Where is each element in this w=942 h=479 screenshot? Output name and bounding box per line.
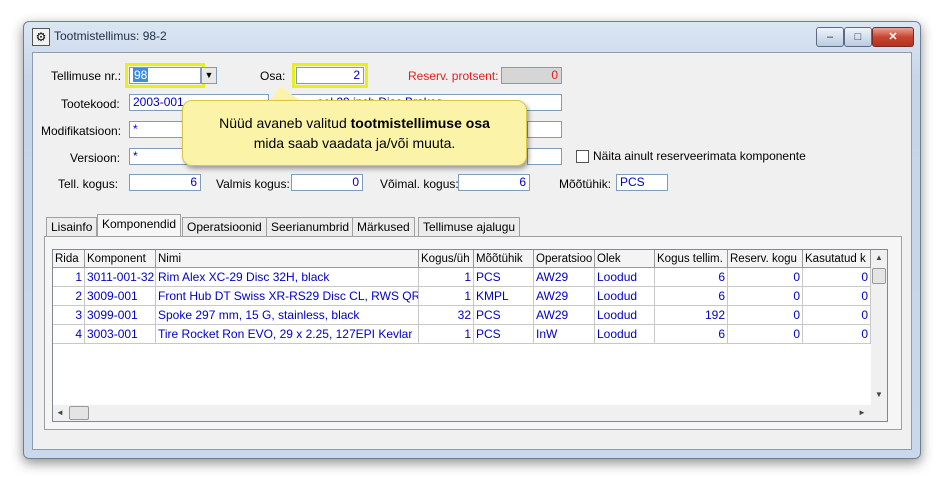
order-number-field[interactable]: 98 bbox=[125, 63, 205, 88]
cell-kogus[interactable]: 1 bbox=[419, 287, 474, 306]
cell-nimi[interactable]: Front Hub DT Swiss XR-RS29 Disc CL, RWS … bbox=[156, 287, 419, 306]
part-number-field[interactable]: 2 bbox=[292, 63, 368, 88]
vertical-scroll-thumb[interactable] bbox=[872, 268, 886, 284]
horizontal-scroll-thumb[interactable] bbox=[69, 406, 89, 420]
cell-operatsioon[interactable]: AW29 bbox=[534, 287, 595, 306]
cell-olek[interactable]: Loodud bbox=[595, 287, 655, 306]
version-name-field[interactable] bbox=[527, 148, 562, 165]
cell-rida[interactable]: 1 bbox=[53, 268, 85, 287]
title-bar[interactable]: ⚙ Tootmistellimus: 98-2 – □ ✕ bbox=[24, 22, 920, 52]
cell-kasutatud[interactable]: 0 bbox=[803, 325, 871, 344]
tooltip-callout: Nüüd avaneb valitud tootmistellimuse osa… bbox=[182, 100, 527, 166]
cell-komponent[interactable]: 3003-001 bbox=[85, 325, 156, 344]
cell-kogus-tellim[interactable]: 6 bbox=[655, 325, 728, 344]
callout-text-bold: tootmistellimuse osa bbox=[350, 115, 490, 131]
cell-reserv-kogus[interactable]: 0 bbox=[728, 287, 803, 306]
order-number-label: Tellimuse nr.: bbox=[51, 69, 122, 83]
cell-rida[interactable]: 3 bbox=[53, 306, 85, 325]
components-grid: Rida Komponent Nimi Kogus/üh Mõõtühik Op… bbox=[52, 249, 888, 422]
only-unreserved-label: Näita ainult reserveerimata komponente bbox=[593, 149, 806, 163]
cell-kogus[interactable]: 1 bbox=[419, 268, 474, 287]
modification-field[interactable]: * bbox=[129, 121, 189, 138]
col-header-nimi[interactable]: Nimi bbox=[156, 250, 419, 268]
unit-label: Mõõtühik: bbox=[559, 177, 612, 191]
tab-komponendid[interactable]: Komponendid bbox=[97, 214, 182, 237]
cell-kogus-tellim[interactable]: 6 bbox=[655, 268, 728, 287]
cell-reserv-kogus[interactable]: 0 bbox=[728, 268, 803, 287]
cell-komponent[interactable]: 3011-001-32I bbox=[85, 268, 156, 287]
possible-qty-field[interactable]: 6 bbox=[458, 174, 530, 191]
cell-olek[interactable]: Loodud bbox=[595, 325, 655, 344]
col-header-operatsioon[interactable]: Operatsioo bbox=[534, 250, 595, 268]
cell-operatsioon[interactable]: InW bbox=[534, 325, 595, 344]
cell-mootuhik[interactable]: PCS bbox=[474, 306, 534, 325]
cell-olek[interactable]: Loodud bbox=[595, 306, 655, 325]
cell-rida[interactable]: 4 bbox=[53, 325, 85, 344]
reserve-percent-field[interactable]: 0 bbox=[501, 67, 562, 84]
cell-kasutatud[interactable]: 0 bbox=[803, 268, 871, 287]
order-number-value: 98 bbox=[133, 68, 149, 82]
cell-mootuhik[interactable]: PCS bbox=[474, 325, 534, 344]
callout-text-1: Nüüd avaneb valitud bbox=[219, 115, 351, 131]
cell-rida[interactable]: 2 bbox=[53, 287, 85, 306]
cell-reserv-kogus[interactable]: 0 bbox=[728, 306, 803, 325]
col-header-kasutatud[interactable]: Kasutatud k bbox=[803, 250, 871, 268]
unit-field[interactable]: PCS bbox=[616, 174, 668, 191]
col-header-komponent[interactable]: Komponent bbox=[85, 250, 156, 268]
col-header-rida[interactable]: Rida bbox=[53, 250, 85, 268]
cell-kogus[interactable]: 32 bbox=[419, 306, 474, 325]
version-field[interactable]: * bbox=[129, 148, 189, 165]
cell-reserv-kogus[interactable]: 0 bbox=[728, 325, 803, 344]
tab-lisainfo[interactable]: Lisainfo bbox=[46, 217, 98, 236]
scroll-up-icon[interactable]: ▲ bbox=[871, 250, 887, 266]
col-header-reserv-kogus[interactable]: Reserv. kogu bbox=[728, 250, 803, 268]
tab-markused[interactable]: Märkused bbox=[352, 217, 415, 236]
callout-text-2: mida saab vaadata ja/või muuta. bbox=[253, 135, 456, 151]
version-label: Versioon: bbox=[70, 151, 121, 165]
scroll-left-icon[interactable]: ◄ bbox=[53, 405, 67, 421]
scroll-right-icon[interactable]: ► bbox=[855, 405, 869, 421]
product-code-label: Tootekood: bbox=[61, 97, 120, 111]
tab-tellimuse-ajalugu[interactable]: Tellimuse ajalugu bbox=[418, 217, 521, 236]
col-header-kogus[interactable]: Kogus/üh bbox=[419, 250, 474, 268]
order-number-dropdown-icon[interactable]: ▼ bbox=[201, 67, 217, 84]
modification-name-field[interactable] bbox=[527, 121, 562, 138]
cell-komponent[interactable]: 3099-001 bbox=[85, 306, 156, 325]
done-qty-field[interactable]: 0 bbox=[291, 174, 363, 191]
order-qty-field[interactable]: 6 bbox=[129, 174, 201, 191]
maximize-button[interactable]: □ bbox=[844, 27, 872, 47]
order-qty-label: Tell. kogus: bbox=[58, 177, 119, 191]
possible-qty-label: Võimal. kogus: bbox=[380, 177, 459, 191]
reserve-percent-label: Reserv. protsent: bbox=[408, 69, 499, 83]
cell-kogus[interactable]: 1 bbox=[419, 325, 474, 344]
horizontal-scrollbar[interactable] bbox=[53, 405, 871, 421]
cell-kasutatud[interactable]: 0 bbox=[803, 306, 871, 325]
col-header-olek[interactable]: Olek bbox=[595, 250, 655, 268]
close-button[interactable]: ✕ bbox=[872, 27, 914, 47]
cell-kogus-tellim[interactable]: 6 bbox=[655, 287, 728, 306]
cell-kogus-tellim[interactable]: 192 bbox=[655, 306, 728, 325]
window-title: Tootmistellimus: 98-2 bbox=[54, 29, 167, 43]
minimize-button[interactable]: – bbox=[816, 27, 844, 47]
tab-seerianumbrid[interactable]: Seerianumbrid bbox=[266, 217, 355, 236]
cell-kasutatud[interactable]: 0 bbox=[803, 287, 871, 306]
col-header-mootuhik[interactable]: Mõõtühik bbox=[474, 250, 534, 268]
cell-operatsioon[interactable]: AW29 bbox=[534, 268, 595, 287]
only-unreserved-checkbox[interactable] bbox=[576, 150, 589, 163]
done-qty-label: Valmis kogus: bbox=[216, 177, 290, 191]
cell-operatsioon[interactable]: AW29 bbox=[534, 306, 595, 325]
part-label: Osa: bbox=[260, 69, 286, 83]
tab-operatsioonid[interactable]: Operatsioonid bbox=[182, 217, 267, 236]
modification-label: Modifikatsioon: bbox=[41, 124, 122, 138]
cell-olek[interactable]: Loodud bbox=[595, 268, 655, 287]
scroll-down-icon[interactable]: ▼ bbox=[871, 387, 887, 403]
cell-nimi[interactable]: Tire Rocket Ron EVO, 29 x 2.25, 127EPI K… bbox=[156, 325, 419, 344]
gear-app-icon: ⚙ bbox=[32, 28, 50, 46]
cell-nimi[interactable]: Spoke 297 mm, 15 G, stainless, black bbox=[156, 306, 419, 325]
cell-mootuhik[interactable]: KMPL bbox=[474, 287, 534, 306]
cell-nimi[interactable]: Rim Alex XC-29 Disc 32H, black bbox=[156, 268, 419, 287]
col-header-kogus-tellim[interactable]: Kogus tellim. bbox=[655, 250, 728, 268]
cell-mootuhik[interactable]: PCS bbox=[474, 268, 534, 287]
cell-komponent[interactable]: 3009-001 bbox=[85, 287, 156, 306]
